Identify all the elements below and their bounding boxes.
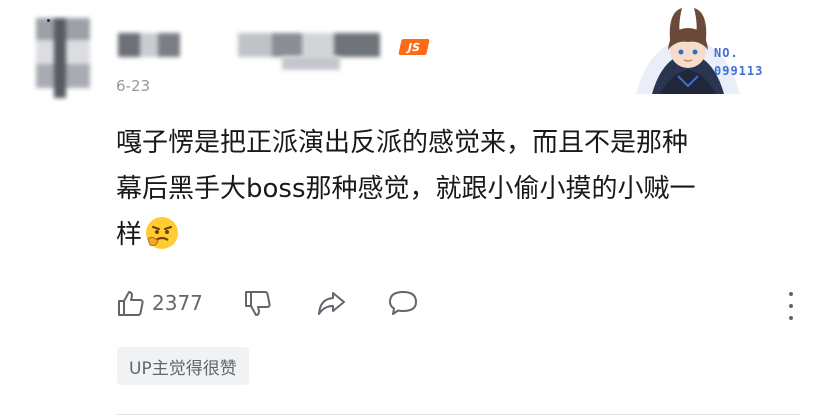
comment-content: 嘎子愣是把正派演出反派的感觉来，而且不是那种 幕后黑手大boss那种感觉，就跟小…	[116, 120, 796, 258]
reply-button[interactable]	[387, 288, 419, 318]
thumbs-down-icon	[244, 291, 271, 316]
comment-line-2: 幕后黑手大boss那种感觉，就跟小偷小摸的小贼一	[116, 174, 696, 204]
like-count: 2377	[152, 291, 203, 315]
dislike-button[interactable]	[243, 288, 273, 318]
reply-icon	[388, 291, 417, 315]
avatar-marker	[47, 19, 50, 22]
user-avatar[interactable]	[36, 18, 90, 98]
more-icon	[789, 292, 793, 296]
up-liked-tag: UP主觉得很赞	[117, 347, 249, 385]
comment-line-3-text: 样	[116, 220, 143, 250]
username-blurred-3	[282, 56, 340, 70]
username-blurred-2[interactable]	[238, 33, 380, 57]
like-button[interactable]: 2377	[116, 288, 203, 318]
comment-line-3: 样	[116, 212, 796, 258]
share-button[interactable]	[315, 288, 347, 318]
comment-actions: 2377	[116, 288, 419, 318]
divider	[116, 414, 800, 415]
comment-date: 6-23	[116, 77, 151, 95]
share-icon	[317, 292, 345, 315]
more-icon-dot-2	[789, 304, 793, 308]
more-icon-dot-3	[789, 316, 793, 320]
comment-line-1: 嘎子愣是把正派演出反派的感觉来，而且不是那种	[116, 128, 689, 158]
fan-badge-number: 099113	[714, 64, 764, 78]
fan-badge-character	[636, 8, 740, 94]
fan-badge-no: NO.	[714, 46, 739, 60]
more-button[interactable]	[782, 292, 800, 320]
level-badge: JS	[398, 39, 430, 55]
thumbs-up-icon	[118, 291, 144, 316]
username-blurred[interactable]	[118, 33, 180, 57]
thinking-emoji-icon	[146, 217, 179, 249]
